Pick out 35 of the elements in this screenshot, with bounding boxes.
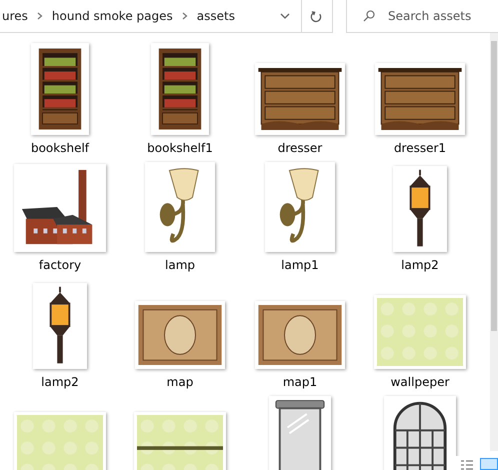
file-name[interactable]: lamp2 (401, 258, 439, 272)
file-name[interactable]: lamp1 (281, 258, 319, 272)
file-thumbnail[interactable] (145, 162, 215, 252)
breadcrumb-item[interactable]: hound smoke pages (52, 9, 173, 23)
search-field[interactable]: Search assets (346, 0, 498, 33)
details-view-icon[interactable] (460, 460, 474, 470)
file-name[interactable]: map (166, 375, 194, 389)
file-name[interactable]: bookshelf1 (147, 141, 213, 155)
dropdown-chevron-icon[interactable] (280, 13, 290, 19)
mirror-drawing (274, 398, 326, 470)
file-thumbnail[interactable] (31, 43, 89, 135)
refresh-icon[interactable] (310, 10, 323, 22)
breadcrumb-item[interactable]: ures (2, 9, 28, 23)
scrollbar-thumb[interactable] (491, 41, 497, 331)
file-name[interactable]: map1 (282, 375, 318, 389)
file-name[interactable]: lamp (165, 258, 195, 272)
file-name[interactable]: bookshelf (30, 141, 90, 155)
file-thumbnail[interactable] (265, 162, 335, 252)
scrollbar[interactable] (490, 33, 498, 451)
search-icon (363, 10, 375, 22)
file-name[interactable]: lamp2 (41, 375, 79, 389)
file-name[interactable]: factory (38, 258, 82, 272)
file-thumbnail[interactable] (151, 43, 209, 135)
breadcrumb-item[interactable]: assets (196, 9, 235, 23)
file-thumbnail[interactable] (393, 166, 447, 252)
file-thumbnail[interactable] (269, 396, 331, 470)
arched-window-drawing (391, 399, 449, 470)
address-bar[interactable]: ures hound smoke pages assets (0, 0, 333, 33)
file-name[interactable]: wallpeper (390, 375, 450, 389)
file-thumbnail[interactable] (384, 396, 456, 470)
chevron-right-icon (182, 12, 188, 20)
file-name[interactable]: dresser (278, 141, 322, 155)
file-name[interactable]: dresser1 (394, 141, 446, 155)
chevron-right-icon (36, 12, 43, 20)
file-thumbnail[interactable] (33, 283, 87, 369)
